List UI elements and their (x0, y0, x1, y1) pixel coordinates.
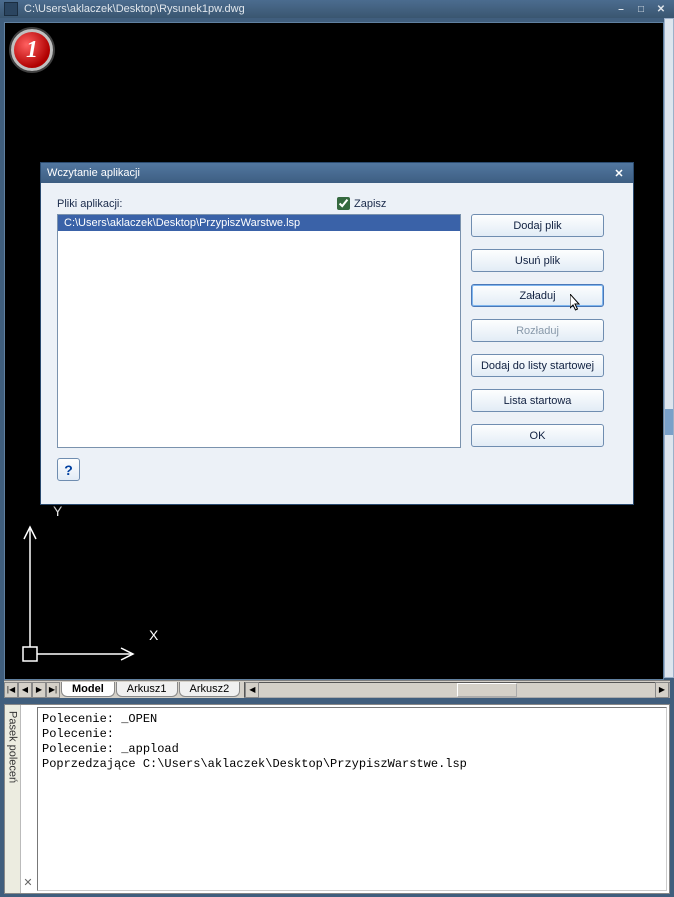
dialog-title: Wczytanie aplikacji (47, 167, 611, 179)
hscroll-thumb[interactable] (457, 683, 517, 697)
axis-label-x: X (149, 627, 158, 643)
sheet-nav-next[interactable]: ▶ (32, 682, 46, 698)
sheet-nav-first[interactable]: |◀ (4, 682, 18, 698)
axis-label-y: Y (53, 503, 62, 519)
save-checkbox-wrap[interactable]: Zapisz (337, 197, 386, 210)
file-list[interactable]: C:\Users\aklaczek\Desktop\PrzypiszWarstw… (57, 214, 461, 448)
step-marker: 1 (11, 29, 53, 71)
tab-model[interactable]: Model (61, 682, 115, 697)
remove-file-button[interactable]: Usuń plik (471, 249, 604, 272)
app-title: C:\Users\aklaczek\Desktop\Rysunek1pw.dwg (24, 3, 610, 15)
add-file-button[interactable]: Dodaj plik (471, 214, 604, 237)
dialog-close-button[interactable]: ✕ (611, 166, 627, 180)
sheet-nav-prev[interactable]: ◀ (18, 682, 32, 698)
command-log[interactable]: Polecenie: _OPEN Polecenie: Polecenie: _… (37, 707, 667, 891)
vscroll-thumb[interactable] (665, 409, 673, 435)
sheet-tabs: |◀ ◀ ▶ ▶| Model Arkusz1 Arkusz2 ◀ ▶ (4, 680, 670, 698)
command-panel-close[interactable]: ✕ (21, 705, 35, 893)
tab-arkusz1[interactable]: Arkusz1 (116, 682, 178, 697)
drawing-canvas[interactable]: 1 Y X Wczytanie aplikacji ✕ Pliki aplika… (4, 22, 664, 680)
save-checkbox[interactable] (337, 197, 350, 210)
ucs-axes: Y X (17, 507, 157, 667)
command-panel-label: Pasek poleceń (5, 705, 21, 893)
sheet-nav-last[interactable]: ▶| (46, 682, 60, 698)
app-icon (4, 2, 18, 16)
maximize-button[interactable]: □ (632, 2, 650, 16)
hscroll-right[interactable]: ▶ (655, 682, 669, 698)
tab-arkusz2[interactable]: Arkusz2 (179, 682, 241, 697)
close-button[interactable]: ✕ (652, 2, 670, 16)
ok-button[interactable]: OK (471, 424, 604, 447)
save-checkbox-label: Zapisz (354, 198, 386, 210)
file-list-item[interactable]: C:\Users\aklaczek\Desktop\PrzypiszWarstw… (58, 215, 460, 231)
add-to-startup-button[interactable]: Dodaj do listy startowej (471, 354, 604, 377)
unload-button: Rozładuj (471, 319, 604, 342)
vertical-scrollbar[interactable] (664, 18, 674, 678)
files-label: Pliki aplikacji: (57, 198, 337, 210)
startup-list-button[interactable]: Lista startowa (471, 389, 604, 412)
help-button[interactable]: ? (57, 458, 80, 481)
horizontal-scrollbar[interactable]: ◀ ▶ (244, 682, 670, 698)
load-button[interactable]: Załaduj (471, 284, 604, 307)
command-panel: Pasek poleceń ✕ Polecenie: _OPEN Polecen… (4, 704, 670, 894)
minimize-button[interactable]: – (612, 2, 630, 16)
dialog-titlebar[interactable]: Wczytanie aplikacji ✕ (41, 163, 633, 183)
load-application-dialog: Wczytanie aplikacji ✕ Pliki aplikacji: Z… (40, 162, 634, 505)
hscroll-left[interactable]: ◀ (245, 682, 259, 698)
app-titlebar: C:\Users\aklaczek\Desktop\Rysunek1pw.dwg… (0, 0, 674, 18)
